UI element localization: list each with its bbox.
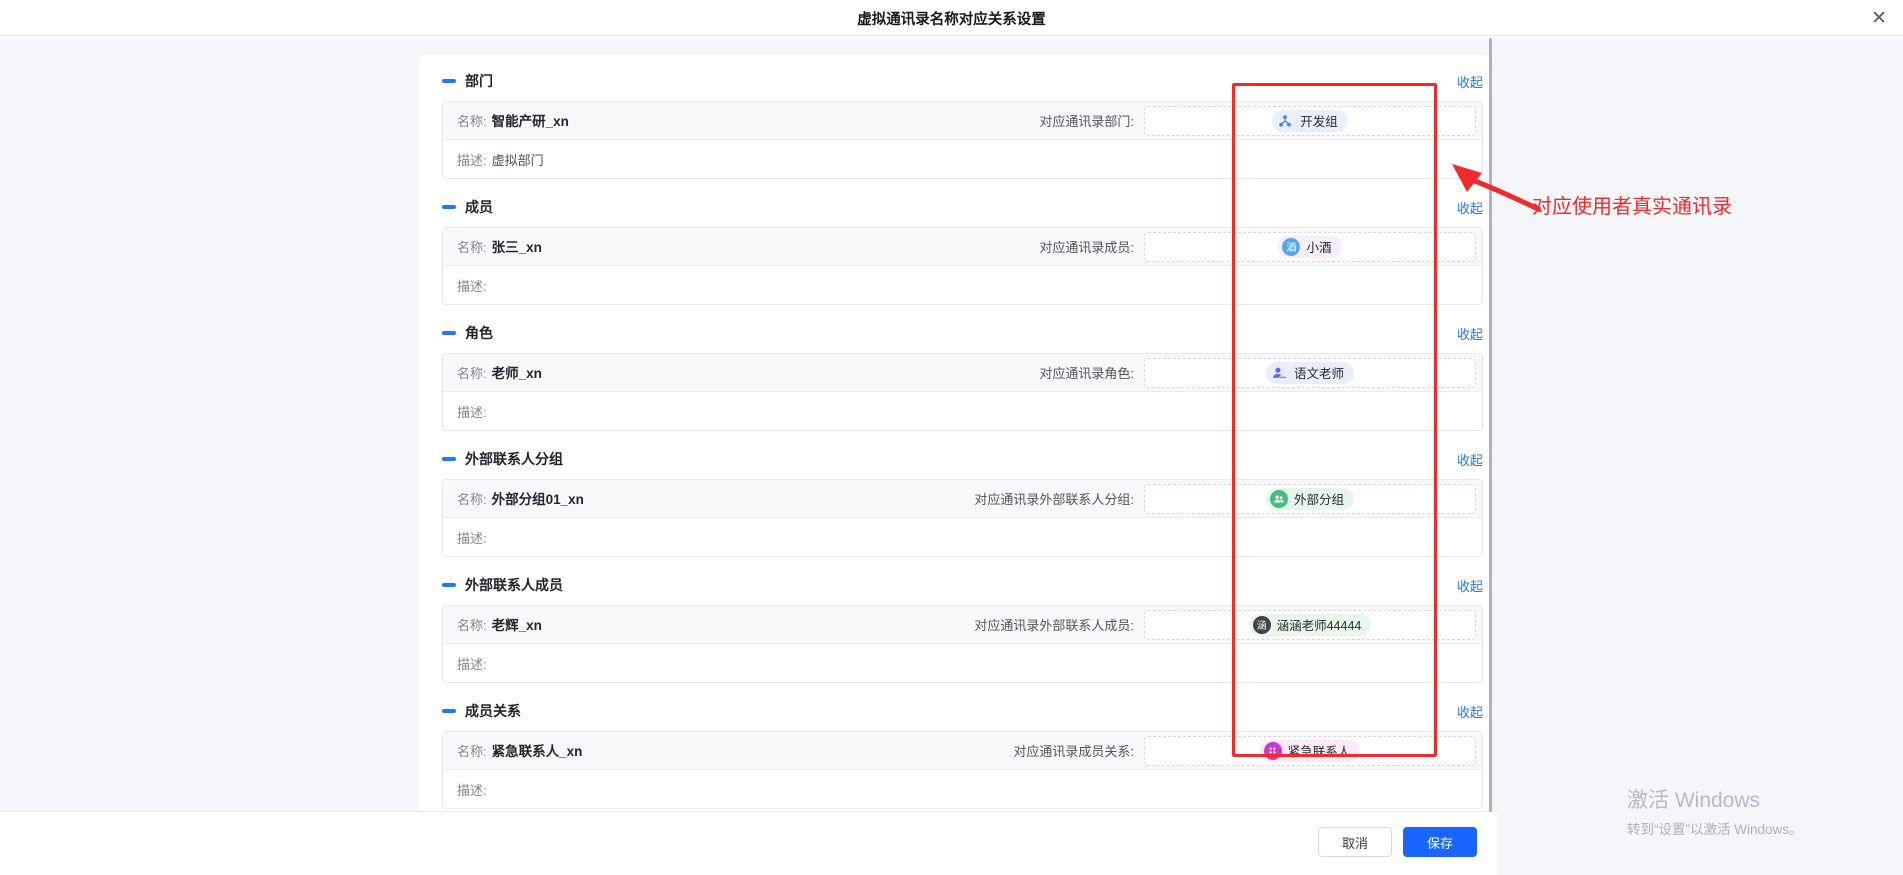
- section-card: 名称: 张三_xn 对应通讯录成员: 酒 小酒 描述:: [442, 227, 1483, 305]
- collapse-link[interactable]: 收起: [1457, 576, 1483, 595]
- mapping-input[interactable]: 紧急联系人: [1144, 736, 1476, 766]
- name-label: 名称:: [457, 492, 487, 507]
- section-header: 部门 收起: [442, 61, 1483, 101]
- desc-label: 描述:: [457, 150, 487, 169]
- dialog-header: 虚拟通讯录名称对应关系设置 ✕: [0, 0, 1903, 36]
- member-avatar: 酒: [1282, 238, 1300, 256]
- mapped-tag-label: 开发组: [1300, 111, 1338, 130]
- annotation-label: 对应使用者真实通讯录: [1532, 190, 1732, 219]
- desc-value: 虚拟部门: [492, 150, 544, 169]
- section-header: 成员关系 收起: [442, 691, 1483, 731]
- section-header: 成员 收起: [442, 187, 1483, 227]
- watermark-line2: 转到“设置”以激活 Windows。: [1627, 818, 1803, 838]
- section-card: 名称: 智能产研_xn 对应通讯录部门:: [442, 101, 1483, 179]
- desc-label: 描述:: [457, 528, 487, 547]
- section-member-relation: 成员关系 收起 名称: 紧急联系人_xn 对应通讯录成员关系:: [442, 691, 1483, 809]
- name-value: 老师_xn: [492, 366, 542, 381]
- mapping-label: 对应通讯录外部联系人分组:: [974, 489, 1134, 508]
- section-card: 名称: 老师_xn 对应通讯录角色:: [442, 353, 1483, 431]
- collapse-dash-icon: [442, 331, 456, 335]
- section-department: 部门 收起 名称: 智能产研_xn 对应通讯录部门:: [442, 61, 1483, 179]
- mapping-input[interactable]: 开发组: [1144, 106, 1476, 136]
- mapped-tag-label: 小酒: [1306, 237, 1331, 256]
- section-title: 外部联系人成员: [465, 575, 563, 595]
- mapped-tag[interactable]: 语文老师: [1266, 362, 1354, 384]
- collapse-dash-icon: [442, 79, 456, 83]
- mapping-label: 对应通讯录成员关系:: [1013, 741, 1134, 760]
- section-title: 角色: [465, 323, 493, 343]
- desc-label: 描述:: [457, 654, 487, 673]
- desc-label: 描述:: [457, 402, 487, 421]
- relation-avatar-icon: [1264, 742, 1282, 760]
- mapping-input[interactable]: 涵 涵涵老师44444: [1144, 610, 1476, 640]
- mapping-input[interactable]: 外部分组: [1144, 484, 1476, 514]
- section-title: 成员: [465, 197, 493, 217]
- name-value: 紧急联系人_xn: [492, 744, 583, 759]
- save-button[interactable]: 保存: [1403, 827, 1477, 857]
- mapped-tag-label: 涵涵老师44444: [1277, 615, 1362, 634]
- desc-label: 描述:: [457, 276, 487, 295]
- collapse-link[interactable]: 收起: [1457, 450, 1483, 469]
- collapse-dash-icon: [442, 457, 456, 461]
- mapping-input[interactable]: 酒 小酒: [1144, 232, 1476, 262]
- member-avatar: 涵: [1253, 616, 1271, 634]
- mapped-tag-label: 外部分组: [1294, 489, 1344, 508]
- org-chart-icon: [1276, 112, 1294, 130]
- mapping-label: 对应通讯录成员:: [1039, 237, 1134, 256]
- section-title: 成员关系: [465, 701, 521, 721]
- section-external-member: 外部联系人成员 收起 名称: 老辉_xn 对应通讯录外部联系人成员: 涵 涵涵老师…: [442, 565, 1483, 683]
- name-value: 老辉_xn: [492, 618, 542, 633]
- name-label: 名称:: [457, 744, 487, 759]
- mapping-label: 对应通讯录部门:: [1039, 111, 1134, 130]
- desc-label: 描述:: [457, 780, 487, 799]
- mapped-tag[interactable]: 外部分组: [1266, 488, 1354, 510]
- windows-activation-watermark: 激活 Windows 转到“设置”以激活 Windows。: [1627, 784, 1803, 838]
- mapping-label: 对应通讯录角色:: [1039, 363, 1134, 382]
- section-role: 角色 收起 名称: 老师_xn 对应通讯录角色:: [442, 313, 1483, 431]
- collapse-link[interactable]: 收起: [1457, 72, 1483, 91]
- name-value: 张三_xn: [492, 240, 542, 255]
- name-value: 智能产研_xn: [492, 114, 569, 129]
- vertical-scrollbar[interactable]: [1489, 38, 1492, 812]
- collapse-link[interactable]: 收起: [1457, 702, 1483, 721]
- dialog-title: 虚拟通讯录名称对应关系设置: [0, 0, 1903, 36]
- watermark-line1: 激活 Windows: [1627, 784, 1803, 814]
- section-member: 成员 收起 名称: 张三_xn 对应通讯录成员: 酒 小酒: [442, 187, 1483, 305]
- section-header: 外部联系人成员 收起: [442, 565, 1483, 605]
- section-external-group: 外部联系人分组 收起 名称: 外部分组01_xn 对应通讯录外部联系人分组:: [442, 439, 1483, 557]
- name-value: 外部分组01_xn: [492, 492, 584, 507]
- name-label: 名称:: [457, 618, 487, 633]
- collapse-link[interactable]: 收起: [1457, 198, 1483, 217]
- name-label: 名称:: [457, 240, 487, 255]
- collapse-dash-icon: [442, 583, 456, 587]
- collapse-dash-icon: [442, 205, 456, 209]
- mapped-tag[interactable]: 紧急联系人: [1260, 740, 1361, 762]
- mapped-tag[interactable]: 涵 涵涵老师44444: [1249, 614, 1372, 636]
- section-header: 外部联系人分组 收起: [442, 439, 1483, 479]
- section-card: 名称: 紧急联系人_xn 对应通讯录成员关系: 紧急联系人: [442, 731, 1483, 809]
- role-person-icon: [1270, 364, 1288, 382]
- cancel-button[interactable]: 取消: [1318, 827, 1392, 857]
- name-label: 名称:: [457, 366, 487, 381]
- section-card: 名称: 外部分组01_xn 对应通讯录外部联系人分组:: [442, 479, 1483, 557]
- name-label: 名称:: [457, 114, 487, 129]
- collapse-link[interactable]: 收起: [1457, 324, 1483, 343]
- section-card: 名称: 老辉_xn 对应通讯录外部联系人成员: 涵 涵涵老师44444 描述:: [442, 605, 1483, 683]
- mapping-label: 对应通讯录外部联系人成员:: [974, 615, 1134, 634]
- group-avatar-icon: [1270, 490, 1288, 508]
- section-title: 外部联系人分组: [465, 449, 563, 469]
- settings-panel: 部门 收起 名称: 智能产研_xn 对应通讯录部门:: [419, 55, 1490, 811]
- section-title: 部门: [465, 71, 493, 91]
- mapped-tag-label: 紧急联系人: [1288, 741, 1351, 760]
- mapping-input[interactable]: 语文老师: [1144, 358, 1476, 388]
- section-header: 角色 收起: [442, 313, 1483, 353]
- mapped-tag[interactable]: 酒 小酒: [1278, 236, 1341, 258]
- mapped-tag[interactable]: 开发组: [1272, 110, 1348, 132]
- mapped-tag-label: 语文老师: [1294, 363, 1344, 382]
- collapse-dash-icon: [442, 709, 456, 713]
- close-icon[interactable]: ✕: [1871, 0, 1887, 36]
- dialog-footer: 取消 保存: [0, 811, 1497, 875]
